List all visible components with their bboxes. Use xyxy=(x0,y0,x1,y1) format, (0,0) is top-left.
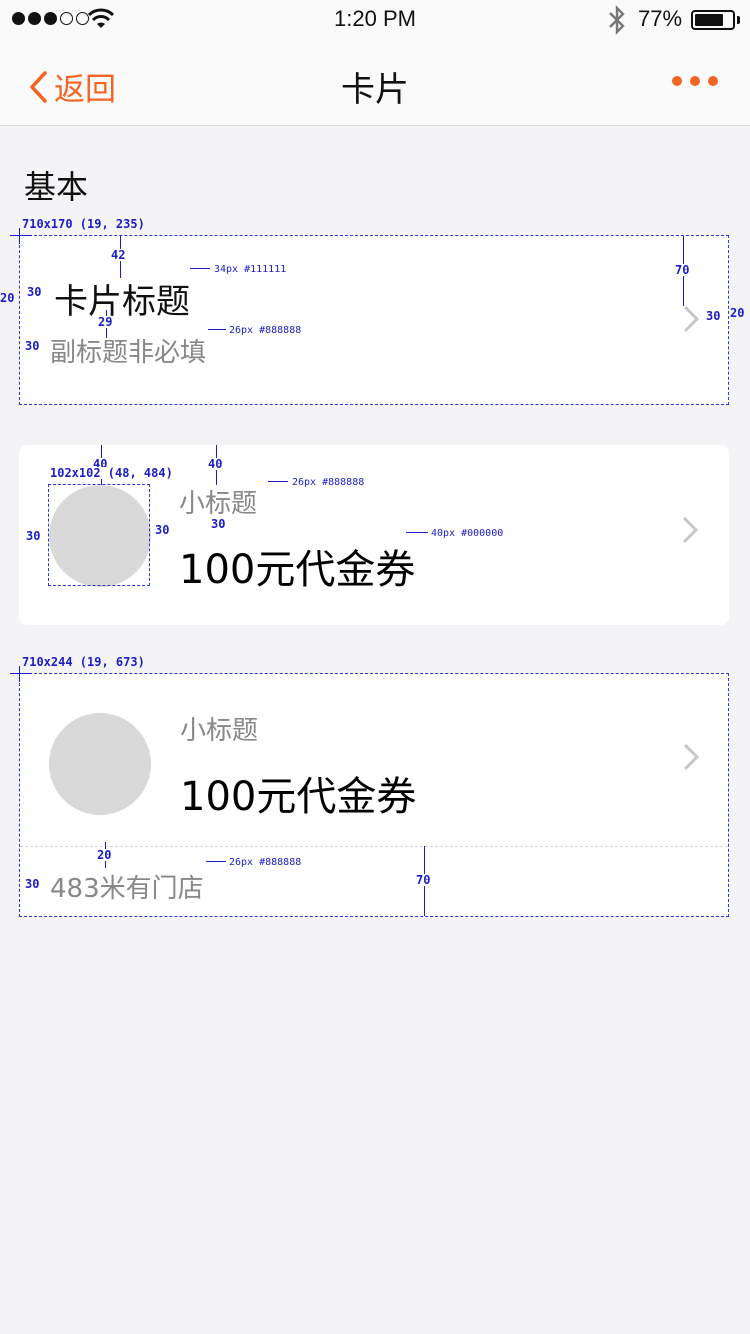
annotation-card2-thumb-box: 102x102 (48, 484) xyxy=(50,466,173,480)
annotation-pointer xyxy=(406,532,428,533)
card-small-title: 小标题 xyxy=(179,489,258,519)
avatar-placeholder xyxy=(49,713,151,815)
annotation-card3-box: 710x244 (19, 673) xyxy=(22,655,145,669)
card-footer-text: 483米有门店 xyxy=(50,874,204,904)
bluetooth-icon xyxy=(609,5,625,35)
card-big-title: 100元代金券 xyxy=(180,774,417,820)
card-big-title: 100元代金券 xyxy=(179,547,416,593)
annotation-pointer xyxy=(268,481,288,482)
annotation-pointer xyxy=(190,268,210,269)
card-voucher-with-footer[interactable]: 小标题 100元代金券 483米有门店 xyxy=(19,673,729,917)
annotation-card1-right-edge: 20 xyxy=(730,306,745,320)
annotation-card1-title-spec: 34px #111111 xyxy=(214,264,287,275)
card-title: 卡片标题 xyxy=(54,282,190,322)
battery-tip xyxy=(737,16,740,24)
footer-divider xyxy=(20,846,728,847)
annotation-card2-top-right: 40 xyxy=(208,457,223,471)
annotation-card2-gap: 30 xyxy=(211,517,226,531)
card-small-title: 小标题 xyxy=(180,716,259,746)
annotation-pointer xyxy=(206,861,226,862)
annotation-card1-top: 42 xyxy=(111,248,126,262)
annotation-card1-left: 30 xyxy=(27,285,42,299)
annotation-card3-footer-gap: 20 xyxy=(97,848,112,862)
card-basic[interactable]: 卡片标题 副标题非必填 xyxy=(19,235,729,405)
annotation-card2-left: 30 xyxy=(26,529,41,543)
chevron-right-icon xyxy=(683,305,700,333)
more-dot-icon xyxy=(672,76,682,86)
navigation-bar: 返回 卡片 xyxy=(0,40,750,126)
annotation-card3-footer-left: 30 xyxy=(25,877,40,891)
annotation-marker xyxy=(10,673,32,674)
annotation-card1-sub-spec: 26px #888888 xyxy=(229,325,302,336)
annotation-card1-right-height: 70 xyxy=(675,263,690,277)
more-dot-icon xyxy=(708,76,718,86)
annotation-card1-right: 30 xyxy=(706,309,721,323)
annotation-pointer xyxy=(208,329,226,330)
battery-icon xyxy=(691,10,735,30)
card-subtitle: 副标题非必填 xyxy=(50,338,207,368)
chevron-right-icon xyxy=(683,743,700,771)
chevron-right-icon xyxy=(682,516,699,544)
annotation-marker xyxy=(10,235,32,236)
section-title: 基本 xyxy=(24,168,89,206)
more-options-button[interactable] xyxy=(672,76,718,86)
annotation-card1-sub-left: 30 xyxy=(25,339,40,353)
battery-percent: 77% xyxy=(638,6,683,31)
annotation-marker xyxy=(19,666,20,682)
annotation-card3-footer-spec: 26px #888888 xyxy=(229,857,302,868)
battery-level-fill xyxy=(695,14,723,26)
more-dot-icon xyxy=(690,76,700,86)
page-title: 卡片 xyxy=(341,70,409,110)
annotation-card2-small-spec: 26px #888888 xyxy=(292,477,365,488)
annotation-card2-thumb-right: 30 xyxy=(155,523,170,537)
annotation-card3-footer-height: 70 xyxy=(416,873,431,887)
annotation-card1-gap: 29 xyxy=(98,315,113,329)
annotation-card2-big-spec: 40px #000000 xyxy=(431,528,504,539)
annotation-card1-box: 710x170 (19, 235) xyxy=(22,217,145,231)
annotation-card1-left-edge: 20 xyxy=(0,291,15,305)
annotation-marker xyxy=(19,228,20,244)
status-bar: 1:20 PM 77% xyxy=(0,0,750,40)
annotation-thumb-box xyxy=(48,484,150,586)
